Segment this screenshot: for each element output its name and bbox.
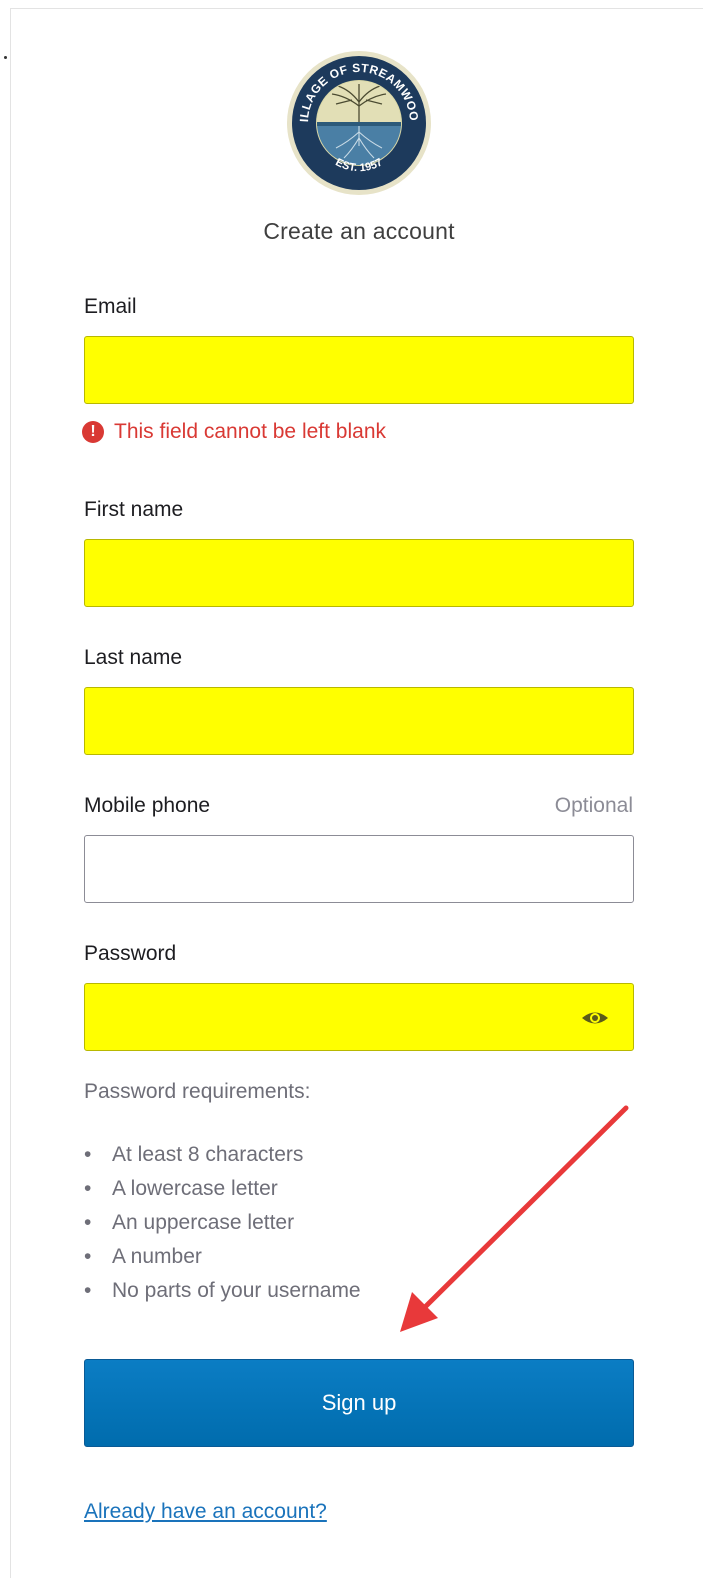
stray-mark xyxy=(4,56,7,59)
password-requirements-heading: Password requirements: xyxy=(84,1080,311,1103)
requirement-item: • A number xyxy=(84,1245,202,1268)
email-field[interactable] xyxy=(84,336,634,404)
email-label: Email xyxy=(84,295,137,318)
optional-hint: Optional xyxy=(554,794,633,817)
requirement-item: • A lowercase letter xyxy=(84,1177,278,1200)
requirement-item: • At least 8 characters xyxy=(84,1143,304,1166)
first-name-field[interactable] xyxy=(84,539,634,607)
first-name-label: First name xyxy=(84,498,184,521)
mobile-phone-label: Mobile phone xyxy=(84,794,211,817)
last-name-field[interactable] xyxy=(84,687,634,755)
page-title: Create an account xyxy=(263,218,455,244)
village-seal-logo: VILLAGE OF STREAMWOOD EST. 1957 xyxy=(286,50,431,195)
requirement-item: • No parts of your username xyxy=(84,1279,361,1302)
requirement-item: • An uppercase letter xyxy=(84,1211,295,1234)
eye-icon[interactable] xyxy=(580,1006,610,1030)
signin-link[interactable]: Already have an account? xyxy=(84,1500,327,1524)
mobile-phone-field[interactable] xyxy=(84,835,634,903)
password-field[interactable] xyxy=(84,983,634,1051)
email-error-text: This field cannot be left blank xyxy=(114,420,386,443)
password-requirements-list: • At least 8 characters • A lowercase lett… xyxy=(84,1140,361,1310)
last-name-label: Last name xyxy=(84,646,183,669)
error-icon: ! xyxy=(82,421,104,443)
signup-button[interactable]: Sign up xyxy=(84,1359,634,1447)
email-error: ! This field cannot be left blank xyxy=(82,420,386,444)
password-label: Password xyxy=(84,942,177,965)
